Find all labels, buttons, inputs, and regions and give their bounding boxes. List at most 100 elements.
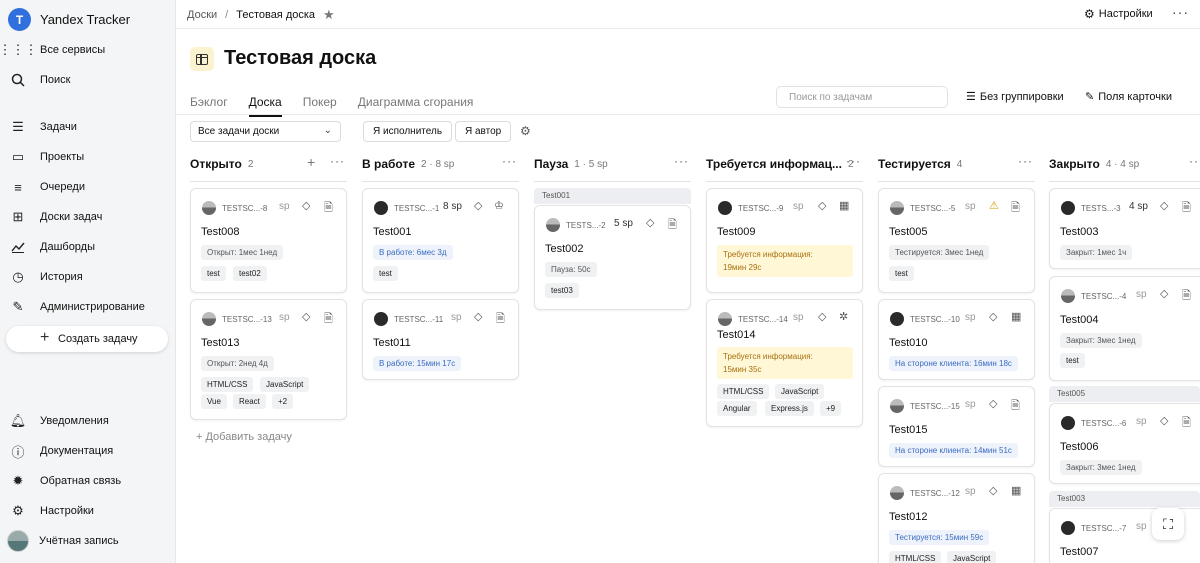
divider xyxy=(534,181,691,182)
card-title[interactable]: Test006 xyxy=(1060,441,1099,453)
tag: +2 xyxy=(272,394,294,409)
avatar xyxy=(1061,521,1075,535)
task-key[interactable]: TESTSC...-5 xyxy=(910,204,955,213)
tag: React xyxy=(233,394,266,409)
task-key[interactable]: TESTSC...-7 xyxy=(1081,524,1126,533)
sidebar-item-account[interactable]: Учётная запись xyxy=(7,530,163,552)
column-header-in-progress: В работе 2 · 8 sp xyxy=(362,157,454,171)
task-card-test014[interactable]: TESTSC...-14 sp ◇ ✲ Test014 Требуется ин… xyxy=(706,299,863,427)
projects-icon: ▭ xyxy=(11,149,25,164)
add-task-button[interactable]: + Добавить задачу xyxy=(196,431,292,443)
task-key[interactable]: TESTSC...-13 xyxy=(222,315,272,324)
task-card-test003[interactable]: TESTS...-3 4 sp ◇ 🗎︎ Test003 Закрыт: 1ме… xyxy=(1049,188,1200,269)
column-more-icon[interactable]: ··· xyxy=(674,154,689,168)
card-title[interactable]: Test012 xyxy=(889,511,928,523)
story-points: sp xyxy=(451,312,462,323)
sidebar-item-notifications[interactable]: 🔔︎ Уведомления xyxy=(10,410,166,432)
task-key[interactable]: TESTSC...-11 xyxy=(394,315,443,324)
card-title[interactable]: Test002 xyxy=(545,243,584,255)
card-title[interactable]: Test015 xyxy=(889,424,928,436)
add-card-icon[interactable]: + xyxy=(307,154,315,170)
task-card-test009[interactable]: TESTSC...-9 sp ◇ ▦ Test009 Требуется инф… xyxy=(706,188,863,293)
create-task-button[interactable]: + Создать задачу xyxy=(6,326,168,352)
task-key[interactable]: TESTSC...-1 xyxy=(394,204,439,213)
sidebar-item-all-services[interactable]: ⋮⋮⋮ Все сервисы xyxy=(0,39,166,61)
card-title[interactable]: Test003 xyxy=(1060,226,1099,238)
task-key[interactable]: TESTSC...-14 xyxy=(738,315,788,324)
filter-author-chip[interactable]: Я автор xyxy=(455,121,512,142)
task-card-test006[interactable]: TESTSC...-6 sp ◇ 🗎︎ Test006 Закрыт: 3мес… xyxy=(1049,403,1200,484)
divider xyxy=(176,28,1200,29)
card-title[interactable]: Test013 xyxy=(201,337,240,349)
task-card-test008[interactable]: TESTSC...-8 sp ◇ 🗎︎ Test008 Открыт: 1мес… xyxy=(190,188,347,293)
task-key[interactable]: TESTS...-3 xyxy=(1081,204,1121,213)
task-card-test002[interactable]: TESTS...-2 5 sp ◇ 🗎︎ Test002 Пауза: 50с … xyxy=(534,205,691,310)
sidebar-item-history[interactable]: ◷ История xyxy=(10,266,166,288)
fullscreen-icon[interactable]: ⛶ xyxy=(1152,508,1184,540)
column-more-icon[interactable]: ··· xyxy=(1189,154,1200,168)
story-points: 5 sp xyxy=(614,218,633,229)
sidebar-item-queues[interactable]: ≡ Очереди xyxy=(10,176,166,198)
card-meta: TESTS...-2 xyxy=(546,218,606,232)
card-title[interactable]: Test011 xyxy=(373,337,411,349)
settings-button[interactable]: ⚙ Настройки xyxy=(1084,7,1153,21)
board-filter-select[interactable]: Все задачи доски ⌄ xyxy=(190,121,341,142)
card-fields-button[interactable]: ✎ Поля карточки xyxy=(1085,90,1172,104)
search-input[interactable]: Поиск по задачам xyxy=(776,86,948,108)
breadcrumb-boards-link[interactable]: Доски xyxy=(187,9,217,21)
task-key[interactable]: TESTSC...-6 xyxy=(1081,419,1126,428)
bug-icon: ✲ xyxy=(839,311,849,323)
story-points: sp xyxy=(1136,521,1147,532)
task-key[interactable]: TESTSC...-10 xyxy=(910,315,960,324)
task-card-test005[interactable]: TESTSC...-5 sp ⚠ 🗎︎ Test005 Тестируется:… xyxy=(878,188,1035,293)
more-icon[interactable]: ··· xyxy=(1172,4,1189,20)
tag: HTML/CSS xyxy=(889,551,942,563)
diamond-icon: ◇ xyxy=(1160,200,1169,212)
task-key[interactable]: TESTSC...-12 xyxy=(910,489,960,498)
task-card-test011[interactable]: TESTSC...-11 sp ◇ 🗎︎ Test011 В работе: 1… xyxy=(362,299,519,380)
task-card-test012[interactable]: TESTSC...-12 sp ◇ ▦ Test012 Тестируется:… xyxy=(878,473,1035,563)
sidebar-item-tasks[interactable]: ☰ Задачи xyxy=(10,116,166,138)
column-more-icon[interactable]: ··· xyxy=(1018,154,1033,168)
column-more-icon[interactable]: ··· xyxy=(846,154,861,168)
status-badge: Закрыт: 3мес 1нед xyxy=(1060,333,1142,348)
column-title: В работе xyxy=(362,157,415,171)
grouping-button[interactable]: ☰ Без группировки xyxy=(966,90,1064,104)
card-title[interactable]: Test005 xyxy=(889,226,928,238)
star-icon[interactable]: ★ xyxy=(323,7,335,23)
sidebar-item-feedback[interactable]: ✹ Обратная связь xyxy=(10,470,166,492)
story-points: sp xyxy=(793,201,804,212)
task-key[interactable]: TESTSC...-15 xyxy=(910,402,960,411)
sidebar-item-dashboards[interactable]: Дашборды xyxy=(10,236,166,258)
logo[interactable]: T Yandex Tracker xyxy=(8,8,130,31)
sidebar-item-label: Дашборды xyxy=(40,241,95,253)
avatar xyxy=(890,486,904,500)
sidebar-item-search[interactable]: Поиск xyxy=(10,69,166,91)
card-title[interactable]: Test008 xyxy=(201,226,240,238)
card-title[interactable]: Test010 xyxy=(889,337,928,349)
task-card-test015[interactable]: TESTSC...-15 sp ◇ 🗎︎ Test015 На стороне … xyxy=(878,386,1035,467)
task-key[interactable]: TESTSC...-4 xyxy=(1081,292,1126,301)
card-title[interactable]: Test009 xyxy=(717,226,756,238)
filter-settings-icon[interactable]: ⚙ xyxy=(520,124,531,138)
task-key[interactable]: TESTSC...-9 xyxy=(738,204,783,213)
task-card-test013[interactable]: TESTSC...-13 sp ◇ 🗎︎ Test013 Открыт: 2не… xyxy=(190,299,347,420)
card-title[interactable]: Test004 xyxy=(1060,314,1099,326)
task-card-test004[interactable]: TESTSC...-4 sp ◇ 🗎︎ Test004 Закрыт: 3мес… xyxy=(1049,276,1200,381)
task-key[interactable]: TESTS...-2 xyxy=(566,221,606,230)
task-card-test001[interactable]: TESTSC...-1 8 sp ◇ ♔ Test001 В работе: 6… xyxy=(362,188,519,293)
sidebar-item-settings[interactable]: ⚙ Настройки xyxy=(10,500,166,522)
card-title[interactable]: Test007 xyxy=(1060,546,1099,558)
column-more-icon[interactable]: ··· xyxy=(330,154,345,168)
column-more-icon[interactable]: ··· xyxy=(502,154,517,168)
sidebar-item-boards[interactable]: ⊞ Доски задач xyxy=(10,206,166,228)
card-title[interactable]: Test014 xyxy=(717,329,756,341)
sidebar-item-projects[interactable]: ▭ Проекты xyxy=(10,146,166,168)
task-card-test010[interactable]: TESTSC...-10 sp ◇ ▦ Test010 На стороне к… xyxy=(878,299,1035,380)
sidebar-item-admin[interactable]: ✎ Администрирование xyxy=(10,296,166,318)
task-key[interactable]: TESTSC...-8 xyxy=(222,204,267,213)
filter-assignee-chip[interactable]: Я исполнитель xyxy=(363,121,453,142)
sidebar-item-docs[interactable]: ⓘ Документация xyxy=(10,440,166,462)
settings-label: Настройки xyxy=(1098,8,1153,20)
card-title[interactable]: Test001 xyxy=(373,226,412,238)
